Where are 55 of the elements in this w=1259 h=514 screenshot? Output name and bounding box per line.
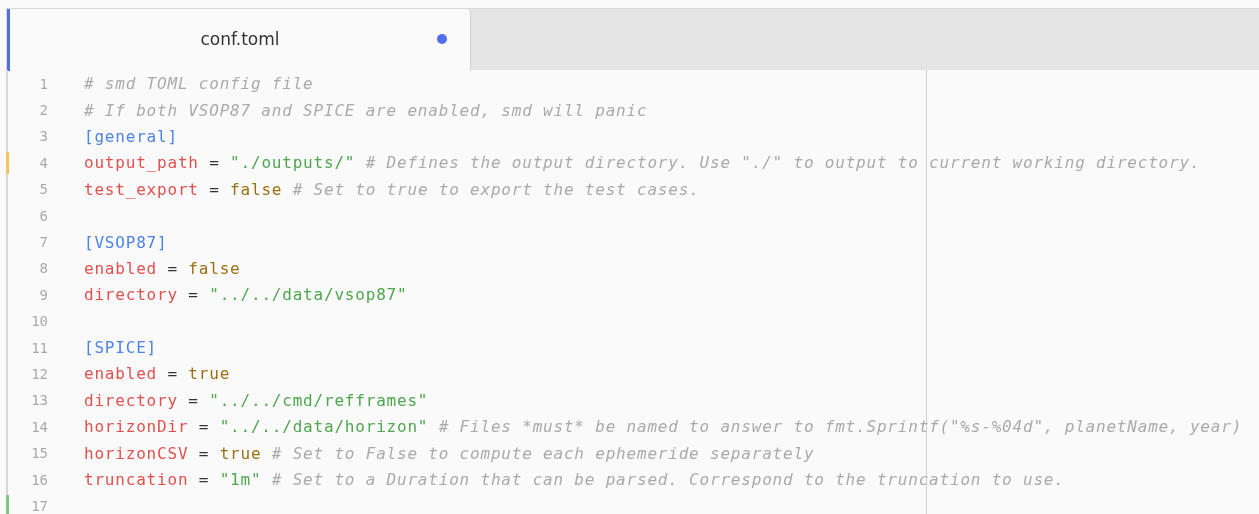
line-number: 14	[30, 417, 48, 437]
section-header: [VSOP87]	[84, 232, 168, 252]
line-number: 7	[38, 233, 48, 253]
line-number: 10	[30, 312, 48, 332]
code-comment: # Set to False to compute each ephemeride separately	[271, 443, 815, 463]
line-number: 5	[38, 180, 48, 200]
line-number: 12	[30, 365, 48, 384]
string-value: "1m"	[219, 470, 262, 490]
code-comment: # Files *must* be named to answer to fmt.Sprintf("%s-%04d", planetName, year)	[438, 417, 1243, 437]
config-key: test_export	[84, 179, 199, 199]
line-number: 2	[38, 101, 48, 121]
line-number: 17	[30, 496, 48, 514]
code-comment: # smd TOML config file	[84, 74, 314, 94]
equals-sign: =	[167, 258, 178, 278]
config-key: enabled	[84, 258, 158, 278]
line-number: 1	[38, 74, 48, 94]
config-key: horizonDir	[84, 417, 189, 437]
string-value: "../../data/vsop87"	[209, 285, 408, 305]
line-number: 11	[30, 338, 48, 358]
line-number: 16	[30, 470, 48, 490]
code-comment: # Set to true to export the test cases.	[292, 179, 700, 199]
code-comment: # Set to a Duration that can be parsed. Correspond to the truncation to use.	[271, 470, 1065, 490]
equals-sign: =	[188, 390, 199, 410]
equals-sign: =	[198, 417, 210, 437]
line-number: 13	[30, 391, 48, 411]
config-key: directory	[84, 285, 178, 305]
file-tab[interactable]: conf.toml	[7, 9, 471, 71]
config-key: horizonCSV	[84, 443, 189, 463]
code-comment: # If both VSOP87 and SPICE are enabled, smd will panic	[84, 100, 648, 120]
line-number: 9	[38, 285, 48, 305]
line-number: 6	[38, 206, 48, 226]
config-key: enabled	[84, 364, 158, 384]
equals-sign: =	[188, 285, 199, 305]
equals-sign: =	[167, 364, 178, 384]
string-value: "../../data/horizon"	[219, 417, 429, 437]
config-key: directory	[84, 390, 178, 410]
equals-sign: =	[209, 179, 220, 199]
equals-sign: =	[198, 470, 210, 490]
config-key: truncation	[84, 470, 189, 490]
config-key: output_path	[84, 153, 199, 173]
string-value: "../../cmd/refframes"	[209, 390, 429, 410]
boolean-value: true	[219, 443, 262, 463]
code-comment: # Defines the output directory. Use "./" to output to current working directory.	[365, 153, 1201, 173]
line-number: 15	[30, 444, 48, 464]
boolean-value: false	[188, 258, 241, 278]
line-number: 3	[38, 127, 48, 147]
boolean-value: false	[230, 179, 283, 199]
equals-sign: =	[209, 153, 220, 173]
boolean-value: true	[188, 364, 231, 384]
section-header: [SPICE]	[84, 338, 158, 358]
line-number: 8	[38, 259, 48, 279]
section-header: [general]	[84, 126, 178, 146]
string-value: "./outputs/"	[230, 153, 356, 173]
line-number: 4	[38, 153, 48, 173]
equals-sign: =	[198, 443, 210, 463]
